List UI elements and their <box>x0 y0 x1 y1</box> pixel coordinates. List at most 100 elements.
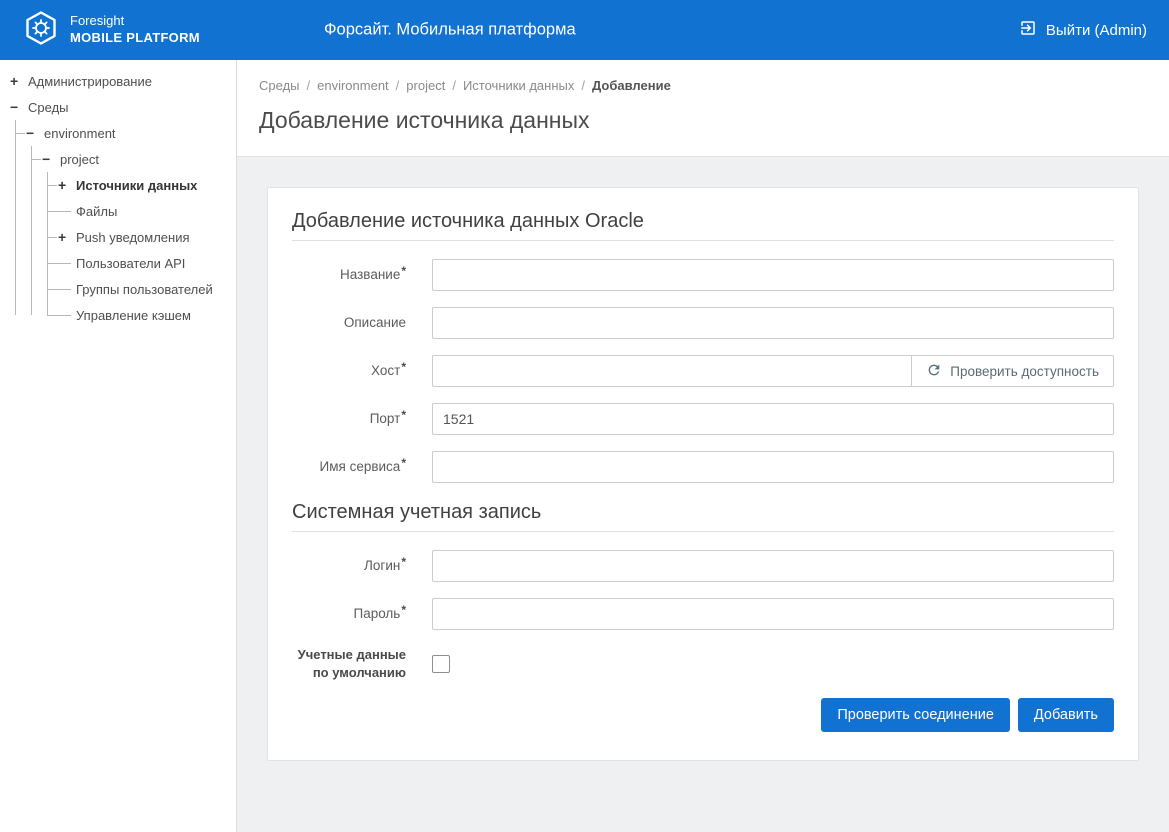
tree-item-user-groups[interactable]: Группы пользователей <box>58 276 236 302</box>
check-availability-label: Проверить доступность <box>950 364 1099 379</box>
app-logo: Foresight MOBILE PLATFORM <box>22 9 200 52</box>
form-row-name: Название* <box>292 259 1114 291</box>
host-input[interactable] <box>432 355 912 387</box>
form-row-host: Хост* Проверить доступность <box>292 355 1114 387</box>
login-label: Логин* <box>292 557 432 576</box>
collapse-icon[interactable]: − <box>10 100 22 114</box>
section-divider <box>292 531 1114 532</box>
tree-item-label: Push уведомления <box>76 230 190 245</box>
main-area: Среды / environment / project / Источник… <box>237 60 1169 832</box>
host-label: Хост* <box>292 362 432 381</box>
name-input[interactable] <box>432 259 1114 291</box>
add-button[interactable]: Добавить <box>1018 698 1114 732</box>
tree-item-project[interactable]: − project <box>42 146 236 172</box>
logout-button[interactable]: Выйти (Admin) <box>1019 19 1147 41</box>
required-marker: * <box>401 456 406 470</box>
form-card: Добавление источника данных Oracle Назва… <box>267 187 1139 761</box>
port-input[interactable] <box>432 403 1114 435</box>
default-credentials-label-line2: по умолчанию <box>313 665 406 680</box>
logout-icon <box>1019 19 1037 41</box>
breadcrumb-separator: / <box>452 78 456 93</box>
password-label-text: Пароль <box>353 606 400 621</box>
expand-icon[interactable]: + <box>10 74 22 88</box>
sidebar: + Администрирование − Среды − environmen… <box>0 60 237 832</box>
required-marker: * <box>401 603 406 617</box>
service-name-input[interactable] <box>432 451 1114 483</box>
collapse-icon[interactable]: − <box>42 152 54 166</box>
section-title-oracle: Добавление источника данных Oracle <box>292 208 1114 234</box>
port-label-text: Порт <box>370 411 401 426</box>
breadcrumb-separator: / <box>581 78 585 93</box>
required-marker: * <box>401 360 406 374</box>
form-row-port: Порт* <box>292 403 1114 435</box>
tree-item-administration[interactable]: + Администрирование <box>10 68 236 94</box>
nav-tree: + Администрирование − Среды − environmen… <box>10 68 236 328</box>
section-title-account: Системная учетная запись <box>292 499 1114 525</box>
password-input[interactable] <box>432 598 1114 630</box>
page-title: Добавление источника данных <box>259 107 1147 134</box>
tree-item-label: Группы пользователей <box>76 282 213 297</box>
breadcrumb-separator: / <box>307 78 311 93</box>
tree-group-environments: − environment − project + Источники данн… <box>10 120 236 328</box>
service-name-label-text: Имя сервиса <box>320 459 401 474</box>
page-header: Среды / environment / project / Источник… <box>237 60 1169 156</box>
tree-item-label: Управление кэшем <box>76 308 191 323</box>
host-input-group: Проверить доступность <box>432 355 1114 387</box>
breadcrumb-current: Добавление <box>592 78 671 93</box>
password-label: Пароль* <box>292 605 432 624</box>
default-credentials-label-line1: Учетные данные <box>298 647 406 662</box>
required-marker: * <box>401 408 406 422</box>
expand-icon[interactable]: + <box>58 230 70 244</box>
breadcrumb-item[interactable]: Среды <box>259 78 300 93</box>
default-credentials-label: Учетные данные по умолчанию <box>292 646 432 682</box>
tree-item-label: Файлы <box>76 204 117 219</box>
app-title: Форсайт. Мобильная платформа <box>324 21 576 40</box>
required-marker: * <box>401 264 406 278</box>
form-row-default-credentials: Учетные данные по умолчанию <box>292 646 1114 682</box>
required-marker: * <box>401 555 406 569</box>
breadcrumb-item[interactable]: environment <box>317 78 389 93</box>
form-row-description: Описание <box>292 307 1114 339</box>
breadcrumb-item[interactable]: project <box>406 78 445 93</box>
logo-line1: Foresight <box>70 13 200 30</box>
logo-icon <box>22 9 60 52</box>
breadcrumb-separator: / <box>396 78 400 93</box>
login-input[interactable] <box>432 550 1114 582</box>
test-connection-button[interactable]: Проверить соединение <box>821 698 1010 732</box>
breadcrumb: Среды / environment / project / Источник… <box>259 78 1147 93</box>
tree-item-data-sources[interactable]: + Источники данных <box>58 172 236 198</box>
tree-item-push-notifications[interactable]: + Push уведомления <box>58 224 236 250</box>
content-area: Добавление источника данных Oracle Назва… <box>237 156 1169 832</box>
host-label-text: Хост <box>371 363 400 378</box>
tree-item-environment[interactable]: − environment <box>26 120 236 146</box>
tree-item-files[interactable]: Файлы <box>58 198 236 224</box>
tree-item-label: environment <box>44 126 116 141</box>
section-divider <box>292 240 1114 241</box>
port-label: Порт* <box>292 410 432 429</box>
tree-item-label: Пользователи API <box>76 256 185 271</box>
tree-item-label: Администрирование <box>28 74 152 89</box>
tree-item-api-users[interactable]: Пользователи API <box>58 250 236 276</box>
description-input[interactable] <box>432 307 1114 339</box>
breadcrumb-item[interactable]: Источники данных <box>463 78 574 93</box>
tree-item-cache-management[interactable]: Управление кэшем <box>58 302 236 328</box>
default-credentials-checkbox[interactable] <box>432 655 450 673</box>
description-label: Описание <box>292 314 432 333</box>
collapse-icon[interactable]: − <box>26 126 38 140</box>
description-label-text: Описание <box>344 315 406 330</box>
tree-item-label: Среды <box>28 100 69 115</box>
logout-label: Выйти (Admin) <box>1046 22 1147 39</box>
logo-text: Foresight MOBILE PLATFORM <box>70 13 200 47</box>
tree-item-environments[interactable]: − Среды <box>10 94 236 120</box>
tree-item-label: Источники данных <box>76 178 197 193</box>
login-label-text: Логин <box>364 558 400 573</box>
tree-group-project: + Источники данных Файлы + Push уведомле… <box>42 172 236 328</box>
expand-icon[interactable]: + <box>58 178 70 192</box>
check-availability-button[interactable]: Проверить доступность <box>911 355 1114 387</box>
form-row-login: Логин* <box>292 550 1114 582</box>
form-actions: Проверить соединение Добавить <box>292 698 1114 732</box>
name-label: Название* <box>292 266 432 285</box>
service-name-label: Имя сервиса* <box>292 458 432 477</box>
name-label-text: Название <box>340 267 400 282</box>
tree-item-label: project <box>60 152 99 167</box>
